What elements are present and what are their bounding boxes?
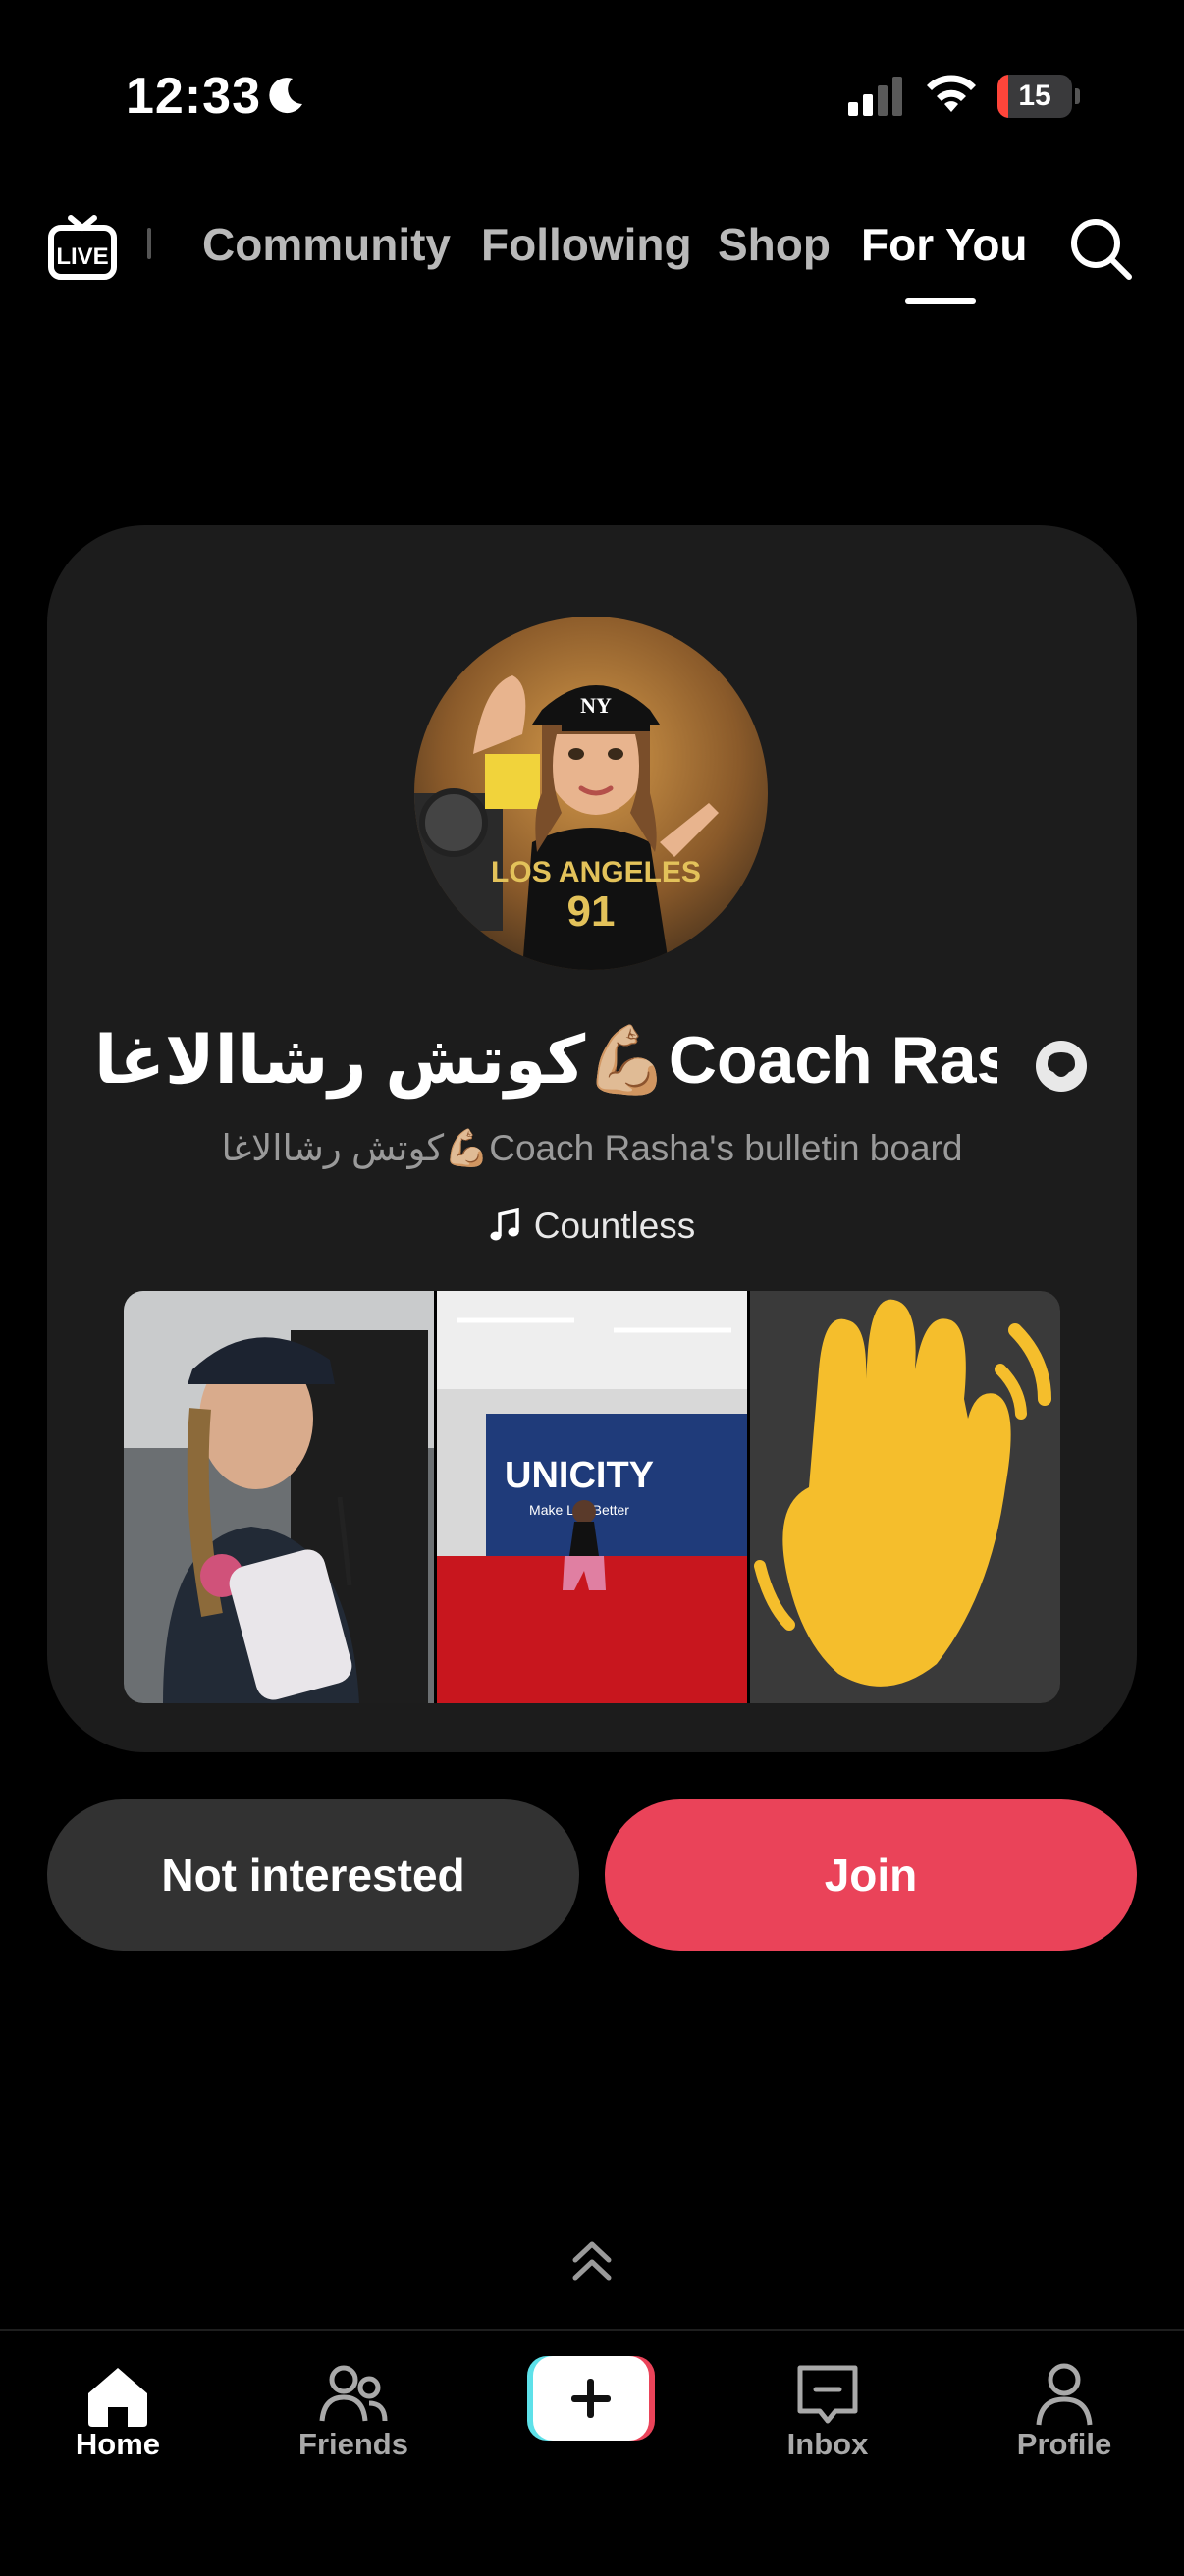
join-button[interactable]: Join <box>605 1799 1137 1951</box>
create-button[interactable] <box>527 2356 655 2441</box>
post-thumbnail[interactable] <box>750 1291 1060 1703</box>
tab-for-you[interactable]: For You <box>861 218 1028 271</box>
svg-text:NY: NY <box>580 693 612 718</box>
nav-home[interactable]: Home <box>20 2331 216 2527</box>
battery-indicator: 15 <box>997 75 1080 118</box>
tab-shop[interactable]: Shop <box>718 218 831 271</box>
nav-inbox-label: Inbox <box>786 2427 869 2461</box>
home-icon <box>88 2368 147 2427</box>
inbox-icon <box>797 2365 858 2424</box>
moon-icon <box>269 78 302 114</box>
wifi-icon <box>927 75 976 112</box>
double-chevron-up-icon[interactable] <box>567 2236 617 2285</box>
nav-friends-label: Friends <box>298 2427 408 2461</box>
not-interested-button[interactable]: Not interested <box>47 1799 579 1951</box>
nav-home-label: Home <box>75 2427 161 2461</box>
active-tab-indicator <box>905 298 976 304</box>
post-thumbnail[interactable] <box>124 1291 434 1703</box>
community-title: كوتش رشاالاغا💪🏼Coach Ras... <box>94 1023 997 1098</box>
friends-icon <box>319 2365 388 2422</box>
svg-text:LOS ANGELES: LOS ANGELES <box>491 856 701 888</box>
post-thumbnails: UNICITY Make Life Better <box>124 1291 1060 1703</box>
cellular-signal-icon <box>848 77 902 116</box>
music-title: Countless <box>533 1206 696 1246</box>
svg-text:LIVE: LIVE <box>56 243 108 270</box>
tab-community[interactable]: Community <box>202 218 451 271</box>
music-row[interactable]: Countless <box>0 1206 1184 1247</box>
nav-divider <box>147 228 151 259</box>
nav-profile[interactable]: Profile <box>966 2331 1162 2527</box>
nav-profile-label: Profile <box>1016 2427 1112 2461</box>
svg-text:91: 91 <box>567 887 616 936</box>
battery-percent: 15 <box>1018 80 1051 112</box>
live-tv-icon[interactable]: LIVE <box>45 210 120 285</box>
profile-icon <box>1036 2363 1093 2426</box>
profile-avatar[interactable]: LOS ANGELES 91 NY <box>414 617 768 970</box>
tab-following[interactable]: Following <box>481 218 692 271</box>
svg-text:UNICITY: UNICITY <box>505 1455 654 1496</box>
status-bar: 12:33 15 <box>0 0 1184 196</box>
community-badge-icon <box>1036 1041 1087 1092</box>
community-subtitle: كوتش رشاالاغا💪🏼Coach Rasha's bulletin bo… <box>221 1128 963 1168</box>
nav-friends[interactable]: Friends <box>255 2331 452 2527</box>
music-note-icon <box>490 1208 519 1241</box>
status-time: 12:33 <box>126 68 261 125</box>
post-thumbnail[interactable]: UNICITY Make Life Better <box>437 1291 747 1703</box>
search-icon[interactable] <box>1068 216 1135 283</box>
nav-inbox[interactable]: Inbox <box>729 2331 926 2527</box>
